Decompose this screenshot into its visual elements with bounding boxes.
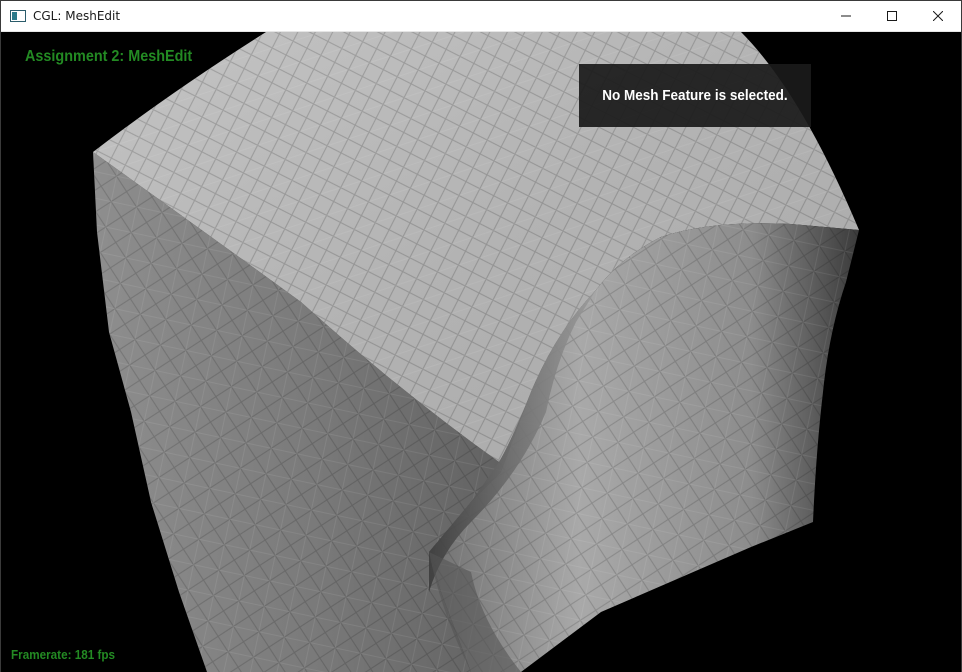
close-icon [933, 11, 943, 21]
assignment-title: Assignment 2: MeshEdit [25, 48, 193, 65]
selection-info-text: No Mesh Feature is selected. [602, 87, 788, 104]
app-icon [10, 10, 26, 22]
minimize-button[interactable] [823, 1, 869, 31]
framerate-label: Framerate: 181 fps [11, 647, 116, 662]
mesh-render[interactable] [1, 32, 961, 672]
window-controls [823, 1, 961, 31]
maximize-icon [887, 11, 897, 21]
minimize-icon [841, 15, 851, 17]
window-title: CGL: MeshEdit [33, 9, 121, 23]
maximize-button[interactable] [869, 1, 915, 31]
app-window: CGL: MeshEdit Assignment 2: MeshEdit No … [0, 0, 962, 672]
render-viewport[interactable]: Assignment 2: MeshEdit No Mesh Feature i… [1, 32, 961, 672]
title-bar[interactable]: CGL: MeshEdit [1, 1, 961, 32]
close-button[interactable] [915, 1, 961, 31]
selection-info-panel: No Mesh Feature is selected. [579, 64, 811, 127]
